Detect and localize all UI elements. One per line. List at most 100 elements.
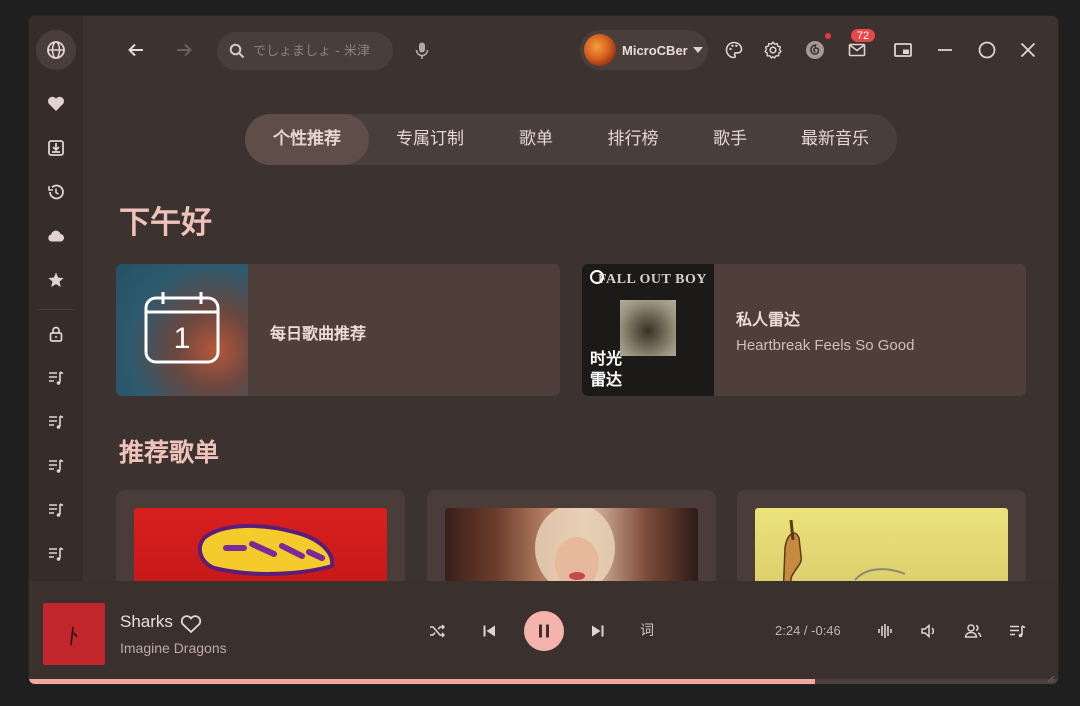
user-menu[interactable]: MicroCBer [580, 30, 708, 70]
radar-cover-line-2: 雷达 [590, 370, 623, 389]
minimize-icon [938, 49, 952, 51]
forward-button[interactable] [169, 35, 199, 65]
sidebar-item-private-playlist[interactable] [36, 314, 76, 354]
radar-cover-line-1: 时光 [590, 349, 623, 368]
private-radar-cover: FALL OUT BOY 时光 雷达 [582, 264, 714, 396]
avatar [584, 34, 616, 66]
playlist-queue-button[interactable] [1004, 618, 1030, 644]
star-icon [48, 272, 64, 287]
maximize-icon [978, 41, 996, 59]
theme-button[interactable] [721, 37, 747, 63]
sidebar-item-playlist-3[interactable] [36, 446, 76, 486]
microphone-icon [415, 42, 429, 59]
sidebar-item-playlist-5[interactable] [36, 534, 76, 574]
radar-cover-art [620, 300, 676, 356]
search-icon [229, 43, 245, 59]
playlist-icon [49, 459, 64, 473]
waveform-icon [878, 624, 892, 638]
sidebar-item-playlist-4[interactable] [36, 490, 76, 530]
resize-handle-icon[interactable] [1045, 668, 1055, 683]
arrow-left-icon [128, 43, 143, 57]
tab-artists[interactable]: 歌手 [697, 114, 763, 165]
sidebar-item-liked[interactable] [36, 84, 76, 124]
playlist-icon [49, 415, 64, 429]
audio-effects-button[interactable] [872, 618, 898, 644]
previous-button[interactable] [476, 618, 502, 644]
close-button[interactable] [1015, 37, 1041, 63]
playback-time: 2:24 / -0:46 [775, 623, 841, 638]
now-playing-artist[interactable]: Imagine Dragons [120, 640, 227, 656]
search-input[interactable] [253, 43, 373, 59]
history-icon [48, 184, 64, 200]
sidebar-item-playlist-2[interactable] [36, 402, 76, 442]
settings-button[interactable] [760, 37, 786, 63]
playlist-icon [49, 547, 64, 561]
cloud-icon [48, 230, 65, 242]
picture-in-picture-icon [894, 43, 912, 57]
radar-cover-logo-icon [590, 270, 604, 284]
heart-icon [47, 96, 65, 111]
tab-custom[interactable]: 专属订制 [377, 114, 483, 165]
message-count-badge: 72 [850, 28, 876, 43]
radar-cover-band: FALL OUT BOY [598, 272, 707, 287]
sidebar-item-playlist-1[interactable] [36, 358, 76, 398]
palette-icon [725, 41, 743, 59]
playback-progress-fill [29, 679, 816, 684]
recommended-playlists-heading: 推荐歌单 [119, 438, 220, 467]
tab-charts[interactable]: 排行榜 [589, 114, 677, 165]
people-icon [964, 624, 982, 638]
shuffle-icon [430, 624, 446, 638]
next-button[interactable] [585, 618, 611, 644]
discover-tabs: 个性推荐 专属订制 歌单 排行榜 歌手 最新音乐 [245, 114, 897, 165]
sidebar-item-explore[interactable] [36, 30, 76, 70]
gear-icon [764, 41, 782, 59]
back-button[interactable] [121, 35, 151, 65]
daily-recommend-cover: 1 [116, 264, 248, 396]
maximize-button[interactable] [974, 37, 1000, 63]
volume-button[interactable] [916, 618, 942, 644]
pause-icon [539, 624, 549, 638]
search-box[interactable] [217, 32, 393, 70]
calendar-day: 1 [173, 322, 191, 355]
sidebar-item-downloads[interactable] [36, 128, 76, 168]
tab-playlists[interactable]: 歌单 [503, 114, 569, 165]
app-window: MicroCBer 72 个性推荐 专属订制 [29, 16, 1058, 684]
radar-cover-label: 时光 雷达 [590, 348, 622, 390]
playback-progress-bar[interactable] [29, 679, 1058, 684]
netease-music-button[interactable] [802, 37, 828, 63]
download-icon [48, 140, 64, 156]
shuffle-button[interactable] [424, 618, 450, 644]
sidebar-item-history[interactable] [36, 172, 76, 212]
sidebar [29, 16, 83, 581]
lock-icon [49, 326, 63, 342]
heart-outline-icon [180, 615, 202, 634]
greeting-heading: 下午好 [119, 205, 212, 241]
close-icon [1020, 42, 1036, 58]
now-playing-title[interactable]: Sharks [120, 612, 173, 632]
listen-together-button[interactable] [960, 618, 986, 644]
voice-search-button[interactable] [411, 38, 433, 64]
sidebar-item-favorites[interactable] [36, 260, 76, 300]
like-button[interactable] [179, 613, 203, 635]
skip-next-icon [592, 625, 604, 637]
daily-recommend-title: 每日歌曲推荐 [270, 324, 367, 343]
mini-player-button[interactable] [890, 37, 916, 63]
tab-new-music[interactable]: 最新音乐 [785, 114, 885, 165]
queue-icon [1010, 625, 1026, 638]
tab-recommend[interactable]: 个性推荐 [245, 114, 369, 165]
lyrics-button[interactable]: 词 [640, 620, 654, 640]
now-playing-cover[interactable] [43, 603, 105, 665]
chevron-down-icon [692, 47, 703, 53]
pause-button[interactable] [524, 611, 564, 651]
sidebar-divider [37, 309, 75, 310]
arrow-right-icon [177, 43, 192, 57]
sidebar-item-cloud[interactable] [36, 216, 76, 256]
private-radar-subtitle: Heartbreak Feels So Good [736, 337, 915, 354]
now-playing-cover-art [70, 626, 78, 646]
volume-icon [921, 623, 935, 639]
private-radar-title: 私人雷达 [736, 310, 801, 329]
private-radar-card[interactable]: FALL OUT BOY 时光 雷达 私人雷达 Heartbreak Feels… [582, 264, 1026, 396]
minimize-button[interactable] [932, 37, 958, 63]
daily-recommend-card[interactable]: 1 每日歌曲推荐 [116, 264, 560, 396]
notification-dot [825, 33, 831, 39]
